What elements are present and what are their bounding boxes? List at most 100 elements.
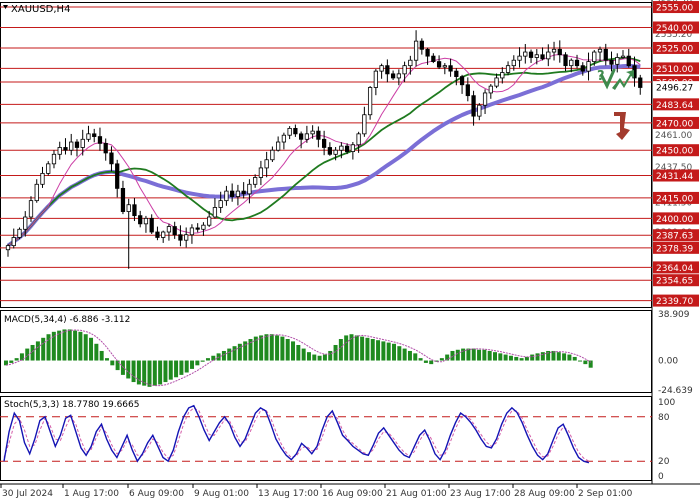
level-label: 2483.64: [656, 101, 693, 111]
candle-body: [172, 226, 177, 236]
candle-body: [103, 142, 108, 154]
macd-bar: [78, 331, 83, 361]
candle-body: [580, 65, 585, 72]
candle-body: [390, 73, 396, 79]
macd-bar: [530, 354, 535, 361]
candle-body: [333, 149, 338, 155]
level-label: 2400.00: [656, 215, 693, 225]
candle-body: [5, 245, 11, 251]
candle-body: [517, 55, 522, 61]
candle-body: [241, 190, 246, 195]
macd-bar: [535, 353, 540, 361]
macd-bar: [503, 354, 508, 361]
level-label: 2378.39: [656, 244, 693, 254]
macd-bar: [285, 339, 290, 361]
macd-tick-label: 0.00: [658, 357, 678, 367]
macd-bar: [83, 334, 88, 361]
time-tick-label: 28 Aug 09:00: [514, 489, 575, 499]
candle-body: [402, 65, 407, 75]
macd-bar: [322, 354, 327, 361]
macd-bar: [174, 360, 179, 378]
candle-body: [304, 133, 310, 140]
macd-bar: [195, 360, 200, 366]
candle-body: [178, 234, 183, 241]
candle-body: [247, 183, 252, 195]
macd-bar: [418, 358, 423, 361]
time-tick-label: 2 Sep 01:00: [578, 489, 633, 499]
candle-body: [270, 149, 275, 161]
candle-body: [523, 51, 528, 57]
macd-bar: [296, 344, 301, 361]
macd-bar: [365, 337, 370, 361]
macd-bar: [227, 348, 232, 361]
candle-body: [413, 40, 419, 61]
candle-body: [299, 133, 304, 140]
candle-body: [425, 48, 430, 57]
candle-body: [281, 134, 287, 143]
macd-bar: [402, 348, 407, 361]
macd-bar: [120, 360, 125, 375]
macd-bar: [35, 341, 40, 361]
macd-bar: [280, 336, 285, 361]
candle-body: [143, 217, 149, 225]
symbol-label: XAUUSD,H4: [11, 4, 70, 15]
candle-body: [465, 84, 470, 97]
macd-bar: [455, 349, 460, 361]
macd-bar: [163, 360, 168, 383]
macd-bar: [179, 360, 184, 375]
candle-body: [63, 147, 68, 151]
time-tick-label: 23 Aug 17:00: [450, 489, 511, 499]
candle-body: [471, 95, 476, 117]
macd-bar: [407, 350, 412, 361]
macd-bar: [392, 343, 397, 361]
macd-bar: [200, 360, 205, 362]
candle-body: [235, 190, 241, 197]
candle-body: [385, 65, 390, 75]
macd-bar: [237, 343, 242, 361]
candle-body: [17, 228, 22, 238]
macd-bar: [110, 360, 115, 366]
candle-body: [253, 177, 258, 185]
macd-title: MACD(5,34,4) -6.886 -3.112: [4, 315, 130, 325]
macd-bar: [519, 358, 524, 361]
candle-body: [109, 152, 114, 165]
macd-bar: [41, 337, 46, 361]
macd-bar: [126, 360, 131, 379]
level-label: 2415.00: [656, 194, 693, 204]
macd-bar: [381, 341, 386, 361]
macd-bar: [471, 348, 476, 361]
candle-body: [258, 167, 264, 178]
forecast-down-arrow-icon: [614, 112, 630, 140]
time-tick-label: 16 Aug 09:00: [322, 489, 383, 499]
macd-bar: [498, 353, 503, 361]
time-tick-label: 13 Aug 17:00: [258, 489, 319, 499]
macd-bar: [344, 335, 349, 361]
level-label: 2450.00: [656, 147, 693, 157]
macd-bar: [487, 350, 492, 361]
macd-bar: [291, 341, 296, 361]
macd-bar: [354, 335, 359, 361]
macd-bar: [562, 353, 567, 361]
candle-body: [367, 87, 373, 116]
macd-bar: [572, 356, 577, 361]
candle-body: [511, 59, 516, 67]
level-label: 2470.00: [656, 119, 693, 129]
candle-body: [46, 163, 51, 174]
candle-body: [603, 48, 608, 61]
candle-body: [459, 76, 465, 86]
candle-body: [638, 77, 643, 88]
stoch-tick-label: 100: [658, 398, 675, 408]
candle-body: [563, 54, 568, 67]
macd-bar: [152, 360, 157, 386]
level-label: 2387.63: [656, 232, 693, 242]
candle-body: [436, 61, 442, 68]
level-label: 2354.65: [656, 277, 693, 287]
macd-bar: [482, 349, 487, 361]
macd-bar: [413, 353, 418, 361]
macd-bar: [205, 358, 210, 361]
macd-bar: [556, 352, 561, 361]
macd-bar: [264, 334, 269, 361]
macd-bar: [57, 330, 62, 361]
macd-bar: [370, 339, 375, 361]
candle-body: [310, 130, 315, 135]
